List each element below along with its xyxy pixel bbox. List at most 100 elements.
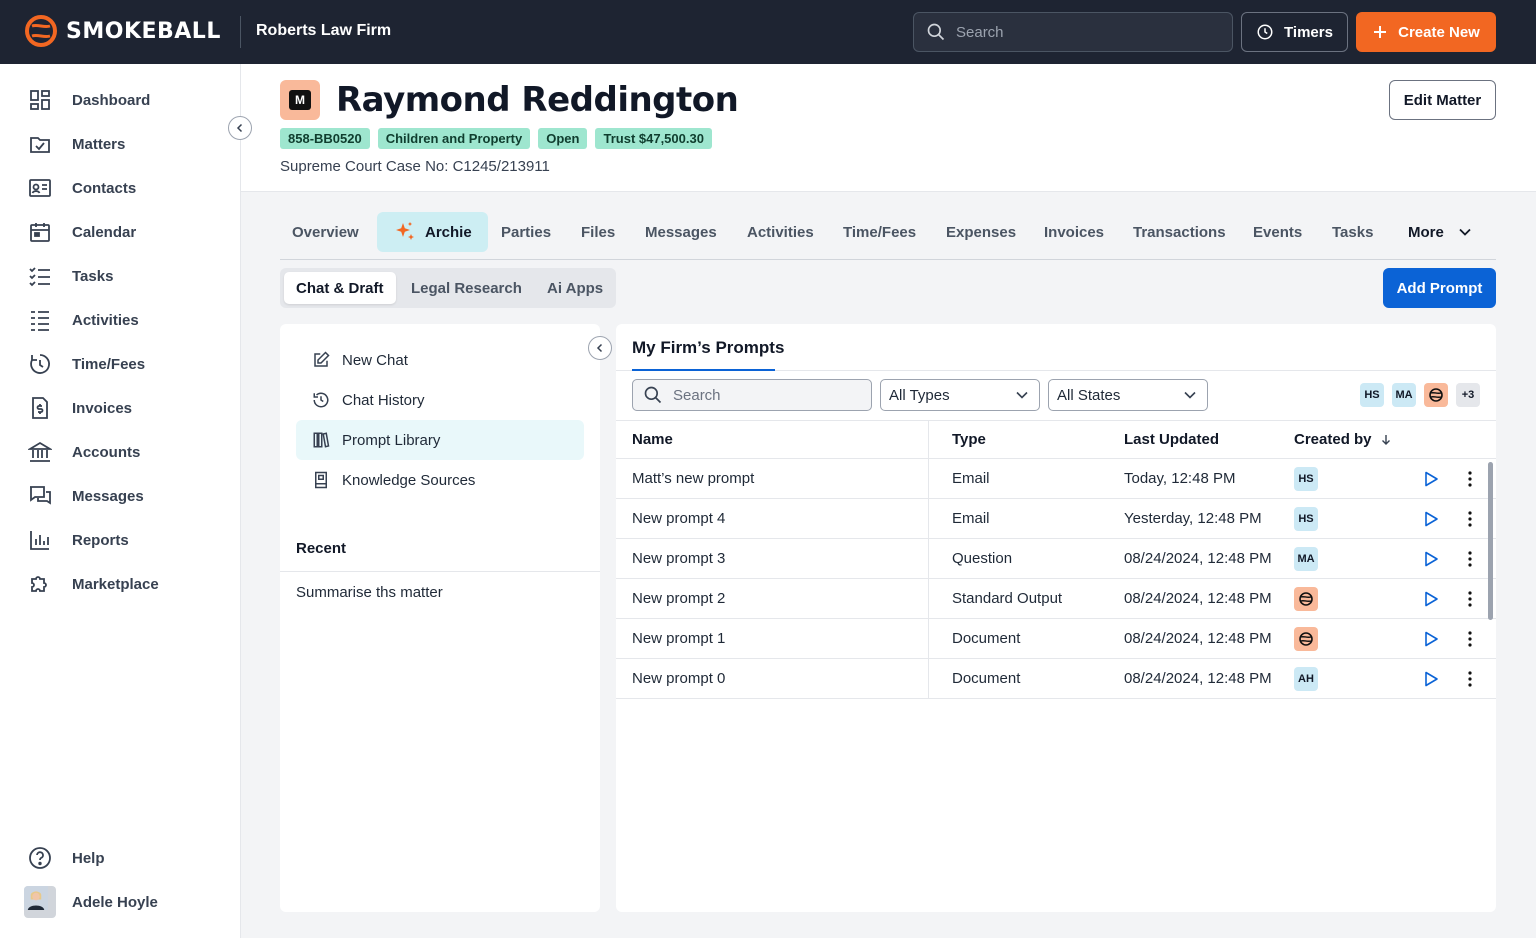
recent-chat-item[interactable]: Summarise ths matter	[296, 584, 443, 601]
sidebar-collapse-button[interactable]	[228, 116, 252, 140]
timer-icon	[30, 354, 50, 374]
column-type[interactable]: Type	[952, 431, 986, 448]
table-row[interactable]: New prompt 4 Email Yesterday, 12:48 PM H…	[616, 499, 1496, 539]
matters-icon	[30, 137, 50, 153]
contacts-icon	[29, 179, 51, 197]
messages-icon	[30, 486, 51, 505]
tab-archie[interactable]: Archie	[377, 212, 488, 252]
sidebar-item-contacts[interactable]: Contacts	[28, 176, 136, 200]
library-icon	[313, 432, 330, 448]
matter-badge: M	[280, 80, 320, 120]
sidebar-item-help[interactable]: Help	[28, 846, 105, 870]
sidebar-item-marketplace[interactable]: Marketplace	[28, 572, 159, 596]
plus-icon	[1374, 26, 1387, 38]
tab-messages[interactable]: Messages	[645, 212, 717, 252]
play-icon[interactable]	[1422, 470, 1440, 488]
user-name: Adele Hoyle	[72, 893, 158, 911]
more-options-icon[interactable]	[1462, 590, 1478, 608]
subtab-ai-apps[interactable]: Ai Apps	[547, 272, 603, 304]
divider	[280, 571, 600, 572]
prompt-library-item[interactable]: Prompt Library	[296, 420, 584, 460]
prompt-updated: 08/24/2024, 12:48 PM	[1124, 550, 1272, 567]
play-icon[interactable]	[1422, 590, 1440, 608]
tab-transactions[interactable]: Transactions	[1133, 212, 1226, 252]
tab-time-fees[interactable]: Time/Fees	[843, 212, 916, 252]
sidebar: Dashboard Matters Contacts Calendar Task…	[0, 64, 252, 938]
table-row[interactable]: New prompt 1 Document 08/24/2024, 12:48 …	[616, 619, 1496, 659]
sidebar-item-dashboard[interactable]: Dashboard	[28, 88, 150, 112]
sort-descending-icon	[1381, 434, 1390, 445]
create-new-button[interactable]: Create New	[1356, 12, 1496, 52]
sidebar-item-matters[interactable]: Matters	[28, 132, 125, 156]
more-options-icon[interactable]	[1462, 470, 1478, 488]
history-icon	[313, 392, 329, 408]
sidebar-item-calendar[interactable]: Calendar	[28, 220, 136, 244]
tab-my-firms-prompts[interactable]: My Firm’s Prompts	[632, 338, 784, 358]
table-row[interactable]: New prompt 3 Question 08/24/2024, 12:48 …	[616, 539, 1496, 579]
sidebar-item-label: Accounts	[72, 443, 141, 461]
column-name[interactable]: Name	[632, 431, 673, 448]
avatar[interactable]: MA	[1392, 383, 1416, 407]
more-options-icon[interactable]	[1462, 550, 1478, 568]
tab-files[interactable]: Files	[581, 212, 615, 252]
table-row[interactable]: New prompt 0 Document 08/24/2024, 12:48 …	[616, 659, 1496, 699]
more-options-icon[interactable]	[1462, 630, 1478, 648]
timers-button[interactable]: Timers	[1241, 12, 1348, 52]
chat-history-item[interactable]: Chat History	[296, 380, 584, 420]
new-chat-item[interactable]: New Chat	[296, 340, 584, 380]
play-icon[interactable]	[1422, 630, 1440, 648]
state-filter-select[interactable]: All States	[1048, 379, 1208, 411]
sidebar-item-reports[interactable]: Reports	[28, 528, 129, 552]
prompt-search[interactable]	[632, 379, 872, 411]
edit-matter-button[interactable]: Edit Matter	[1389, 80, 1496, 120]
sidebar-item-label: Activities	[72, 311, 139, 329]
global-search-input[interactable]	[956, 23, 1216, 41]
sidebar-item-activities[interactable]: Activities	[28, 308, 139, 332]
sidebar-item-tasks[interactable]: Tasks	[28, 264, 113, 288]
creator-filter-avatars[interactable]: HS MA +3	[1360, 383, 1480, 407]
play-icon[interactable]	[1422, 550, 1440, 568]
sidebar-item-messages[interactable]: Messages	[28, 484, 144, 508]
subtab-chat-draft[interactable]: Chat & Draft	[284, 272, 396, 304]
tab-events[interactable]: Events	[1253, 212, 1302, 252]
tab-tasks[interactable]: Tasks	[1332, 212, 1373, 252]
tab-expenses[interactable]: Expenses	[946, 212, 1016, 252]
more-options-icon[interactable]	[1462, 510, 1478, 528]
left-panel-collapse-button[interactable]	[588, 336, 612, 360]
subtab-legal-research[interactable]: Legal Research	[411, 272, 522, 304]
table-row[interactable]: Matt’s new prompt Email Today, 12:48 PM …	[616, 459, 1496, 499]
smokeball-logo[interactable]: SMOKEBALL	[24, 14, 221, 48]
list-item-label: Prompt Library	[342, 431, 441, 449]
chevron-down-icon	[1459, 228, 1471, 236]
add-prompt-button[interactable]: Add Prompt	[1383, 268, 1496, 308]
prompt-name: New prompt 1	[632, 630, 726, 647]
table-row[interactable]: New prompt 2 Standard Output 08/24/2024,…	[616, 579, 1496, 619]
play-icon[interactable]	[1422, 510, 1440, 528]
activities-icon	[31, 311, 49, 331]
sidebar-item-label: Time/Fees	[72, 355, 146, 373]
sidebar-item-time-fees[interactable]: Time/Fees	[28, 352, 145, 376]
more-options-icon[interactable]	[1462, 670, 1478, 688]
type-filter-select[interactable]: All Types	[880, 379, 1040, 411]
tab-parties[interactable]: Parties	[501, 212, 551, 252]
column-created-by[interactable]: Created by	[1294, 431, 1392, 448]
avatar[interactable]: HS	[1360, 383, 1384, 407]
tab-invoices[interactable]: Invoices	[1044, 212, 1104, 252]
tab-more[interactable]: More	[1408, 212, 1472, 252]
knowledge-sources-item[interactable]: Knowledge Sources	[296, 460, 584, 500]
sidebar-item-accounts[interactable]: Accounts	[28, 440, 140, 464]
sidebar-item-invoices[interactable]: Invoices	[28, 396, 132, 420]
global-search[interactable]	[913, 12, 1233, 52]
user-profile[interactable]: Adele Hoyle	[24, 886, 158, 918]
tab-overview[interactable]: Overview	[292, 212, 359, 252]
play-icon[interactable]	[1422, 670, 1440, 688]
avatar-logo	[1294, 627, 1318, 651]
table-scrollbar[interactable]	[1488, 462, 1493, 620]
matter-badge-letter: M	[289, 90, 311, 110]
smokeball-logo-icon	[1299, 592, 1313, 606]
avatar-logo[interactable]	[1424, 383, 1448, 407]
avatar-more-count[interactable]: +3	[1456, 383, 1480, 407]
column-last-updated[interactable]: Last Updated	[1124, 431, 1219, 448]
prompt-search-input[interactable]	[673, 386, 853, 404]
tab-activities[interactable]: Activities	[747, 212, 814, 252]
